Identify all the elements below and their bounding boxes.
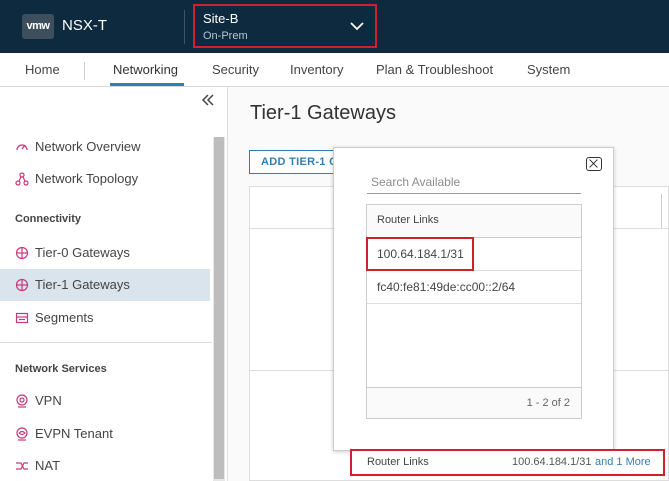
router-links-more-link[interactable]: and 1 More [595, 456, 651, 468]
header-divider [184, 10, 185, 44]
sidebar-heading-network-services: Network Services [15, 363, 107, 375]
sidebar-heading-connectivity: Connectivity [15, 213, 82, 225]
gauge-icon [16, 144, 28, 151]
column-header-router-links[interactable]: Router Links [377, 214, 439, 226]
app-title: NSX-T [62, 17, 107, 34]
grid-pagination: 1 - 2 of 2 [526, 397, 570, 409]
chevron-down-icon [350, 22, 364, 31]
gateway-icon [15, 278, 29, 292]
sidebar-item-network-overview[interactable]: Network Overview [0, 131, 210, 163]
tab-security[interactable]: Security [212, 62, 259, 77]
gateway-icon [15, 246, 29, 260]
segments-icon [15, 312, 29, 324]
close-icon [589, 159, 598, 168]
nat-icon [16, 462, 28, 470]
active-tab-indicator [110, 83, 184, 86]
sidebar-scrollbar-thumb[interactable] [214, 137, 224, 479]
nav-divider [84, 62, 85, 80]
evpn-icon [16, 427, 28, 441]
topology-icon [15, 172, 29, 186]
page-title: Tier-1 Gateways [250, 102, 396, 124]
grid-row[interactable]: fc40:fe81:49de:cc00::2/64 [367, 271, 581, 304]
sidebar-item-vpn[interactable]: VPN [0, 385, 210, 417]
add-tier1-gateway-button[interactable]: ADD TIER-1 GATEWAY [249, 150, 345, 174]
sidebar-item-label: Segments [35, 310, 94, 325]
tab-plan-troubleshoot[interactable]: Plan & Troubleshoot [376, 62, 493, 77]
tab-home[interactable]: Home [25, 62, 60, 77]
grid-footer: 1 - 2 of 2 [367, 387, 581, 418]
router-links-row: Router Links 100.64.184.1/31 and 1 More [350, 449, 665, 476]
sidebar-item-label: EVPN Tenant [35, 426, 113, 441]
collapse-sidebar-icon[interactable] [200, 92, 216, 108]
sidebar-item-network-topology[interactable]: Network Topology [0, 163, 210, 195]
router-links-label: Router Links [367, 456, 429, 468]
sidebar-item-label: NAT [35, 458, 61, 473]
vpn-icon [16, 394, 28, 408]
site-name: Site-B [203, 11, 239, 26]
sidebar-item-evpn-tenant[interactable]: EVPN Tenant [0, 418, 210, 450]
sidebar-item-label: Tier-0 Gateways [35, 245, 130, 260]
tab-system[interactable]: System [527, 62, 570, 77]
tab-inventory[interactable]: Inventory [290, 62, 343, 77]
sidebar-item-label: Network Overview [35, 139, 141, 154]
highlight-box [366, 237, 474, 271]
site-selector[interactable]: Site-B On-Prem [193, 4, 377, 48]
table-column-divider [661, 194, 662, 228]
sidebar-item-label: Tier-1 Gateways [35, 277, 130, 292]
tab-networking[interactable]: Networking [113, 62, 178, 77]
grid-cell: fc40:fe81:49de:cc00::2/64 [377, 280, 516, 294]
grid-header: Router Links [367, 205, 581, 238]
vmware-logo: vmw [22, 14, 54, 39]
sidebar-item-nat[interactable]: NAT [0, 450, 210, 481]
top-header: vmw NSX-T Site-B On-Prem [0, 0, 669, 53]
sidebar-item-segments[interactable]: Segments [0, 302, 210, 334]
sidebar-item-label: VPN [35, 393, 62, 408]
sidebar-separator [0, 342, 212, 343]
sidebar-item-tier1-gateways[interactable]: Tier-1 Gateways [0, 269, 210, 301]
sidebar-item-label: Network Topology [35, 171, 139, 186]
site-subtitle: On-Prem [203, 30, 248, 42]
router-links-value: 100.64.184.1/31 [512, 456, 592, 468]
search-available-input[interactable]: Search Available [367, 172, 581, 194]
close-popup-button[interactable] [586, 157, 602, 171]
sidebar-item-tier0-gateways[interactable]: Tier-0 Gateways [0, 237, 210, 269]
